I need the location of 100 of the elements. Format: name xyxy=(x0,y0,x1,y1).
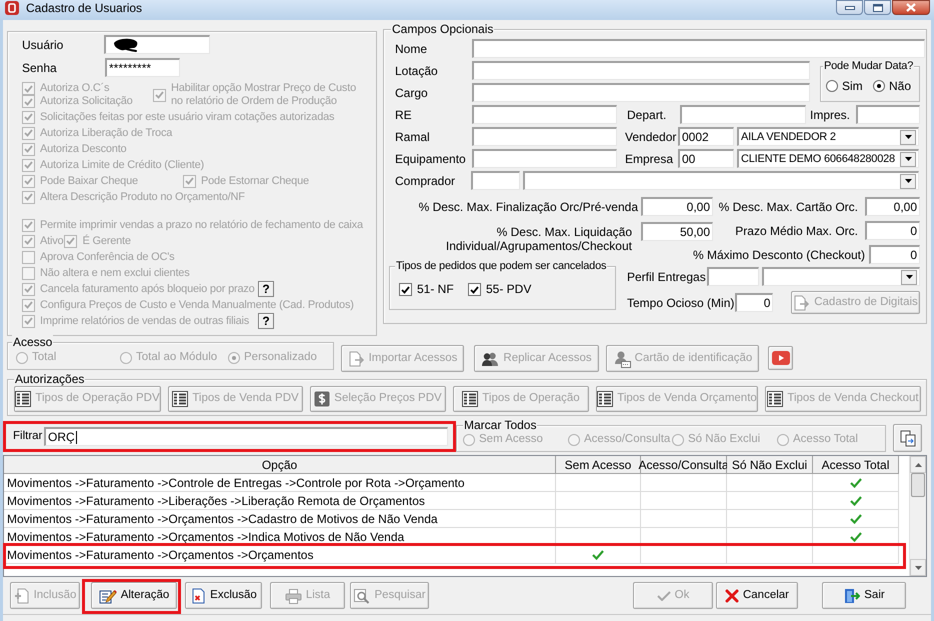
checkbox[interactable] xyxy=(399,283,412,296)
field-label: % Máximo Desconto (Checkout) xyxy=(692,246,865,264)
cancel-button[interactable]: Cancelar xyxy=(716,582,798,609)
text-field[interactable] xyxy=(680,105,806,124)
person-card-icon xyxy=(612,350,631,368)
table-cell[interactable] xyxy=(813,510,899,528)
table-cell[interactable] xyxy=(641,492,727,510)
magnifier-icon xyxy=(353,588,370,604)
dropdown-button[interactable] xyxy=(900,174,916,188)
column-header[interactable]: Acesso/Consulta xyxy=(641,456,727,474)
text-field[interactable] xyxy=(471,171,520,190)
radio-button[interactable] xyxy=(826,80,838,92)
export-button[interactable] xyxy=(893,424,922,452)
text-field[interactable] xyxy=(104,35,210,54)
text-field[interactable]: 0 xyxy=(735,293,774,312)
text-field[interactable] xyxy=(472,83,810,102)
caret-icon xyxy=(904,157,912,161)
close-button[interactable] xyxy=(892,0,930,15)
checkbox-label: Ativo xyxy=(40,234,64,248)
text-field[interactable]: 0 xyxy=(869,245,920,264)
edit-button[interactable]: Alteração xyxy=(91,582,177,609)
dropdown[interactable]: CLIENTE DEMO 606648280028 xyxy=(737,149,919,168)
text-field[interactable] xyxy=(472,61,810,80)
text-field[interactable] xyxy=(472,127,617,146)
radio-label: Acesso Total xyxy=(793,432,858,447)
checkbox-label: Permite imprimir vendas a prazo no relatório de fechamento de caixa xyxy=(40,218,363,232)
text-field[interactable] xyxy=(856,105,920,124)
door-icon xyxy=(843,588,860,604)
text-field[interactable]: 0,00 xyxy=(641,197,713,216)
checkbox-label: Solicitações feitas por este usuário viram cotações autorizadas xyxy=(40,110,334,124)
column-header[interactable]: Só Não Exclui xyxy=(727,456,813,474)
caret-icon xyxy=(904,135,912,139)
text-field[interactable] xyxy=(472,39,925,58)
help-button[interactable]: ? xyxy=(258,313,274,329)
table-cell[interactable] xyxy=(727,474,813,492)
text-field[interactable]: 50,00 xyxy=(641,222,713,241)
text-field[interactable] xyxy=(706,267,759,286)
minimize-icon xyxy=(844,6,854,10)
checkbox[interactable] xyxy=(468,283,481,296)
dropdown-button[interactable] xyxy=(900,130,916,144)
table-cell[interactable] xyxy=(813,492,899,510)
minimize-button[interactable] xyxy=(836,0,863,15)
field-label: Nome xyxy=(395,40,428,58)
scrollbar[interactable] xyxy=(909,456,926,576)
field-label: Filtrar xyxy=(13,428,44,444)
table-cell[interactable] xyxy=(641,474,727,492)
dollar-icon xyxy=(314,391,330,407)
add-document-icon xyxy=(14,588,30,604)
field-label: Lotação xyxy=(395,62,439,80)
delete-button[interactable]: Exclusão xyxy=(185,582,262,609)
caret-icon xyxy=(914,566,922,570)
text-field[interactable]: 00 xyxy=(678,149,734,168)
radio-button[interactable] xyxy=(873,80,885,92)
table-cell[interactable] xyxy=(727,510,813,528)
text-field[interactable]: 0002 xyxy=(678,127,734,146)
table-cell[interactable] xyxy=(641,546,727,564)
maximize-button[interactable] xyxy=(864,0,891,15)
text-field[interactable]: 0 xyxy=(865,221,920,240)
checkbox-label: Autoriza O.C´s xyxy=(40,82,110,95)
column-header[interactable]: Acesso Total xyxy=(813,456,899,474)
caret-icon xyxy=(906,275,912,279)
field-label: Empresa xyxy=(625,150,674,168)
app-icon xyxy=(5,1,19,15)
check-icon xyxy=(592,550,604,560)
dropdown-button[interactable] xyxy=(901,270,917,284)
group-label: Acesso xyxy=(12,335,54,349)
table-cell[interactable] xyxy=(556,492,641,510)
checkbox-label: Não altera e nem exclui clientes xyxy=(40,266,190,280)
table-cell[interactable] xyxy=(556,474,641,492)
scroll-down-button[interactable] xyxy=(910,559,926,576)
field-label: Comprador xyxy=(395,172,456,190)
table-cell[interactable] xyxy=(727,492,813,510)
checkbox-label: Configura Preços de Custo e Venda Manualmente (Cad. Produtos) xyxy=(40,298,354,312)
table-cell[interactable] xyxy=(813,546,899,564)
help-button[interactable]: ? xyxy=(258,281,274,297)
scrollbar-thumb[interactable] xyxy=(911,473,925,497)
field-label: RE xyxy=(395,106,413,124)
table-cell[interactable] xyxy=(556,510,641,528)
list-icon xyxy=(767,391,784,407)
dropdown[interactable]: AILA VENDEDOR 2 xyxy=(737,127,919,146)
field-label: % Desc. Max. Cartão Orc. xyxy=(718,198,858,216)
documents-icon xyxy=(900,430,916,446)
checkbox-label: É Gerente xyxy=(82,234,131,248)
radio-label: Personalizado xyxy=(244,350,317,365)
dropdown-button[interactable] xyxy=(900,152,916,166)
checkbox-label: Pode Baixar Cheque xyxy=(40,174,138,188)
text-field[interactable] xyxy=(472,149,617,168)
table-cell[interactable] xyxy=(556,546,641,564)
exit-button[interactable]: Sair xyxy=(822,582,906,609)
text-field[interactable]: 0,00 xyxy=(865,197,920,216)
table-cell[interactable] xyxy=(813,474,899,492)
table-cell[interactable] xyxy=(727,546,813,564)
scroll-up-button[interactable] xyxy=(910,456,926,473)
column-header[interactable]: Opção xyxy=(4,456,556,474)
filter-field[interactable]: ORÇ xyxy=(44,427,448,446)
text-field[interactable] xyxy=(472,105,617,124)
password-field[interactable]: ********* xyxy=(105,58,180,77)
table-cell[interactable] xyxy=(641,510,727,528)
play-button[interactable] xyxy=(768,346,793,370)
radio-label: Não xyxy=(889,78,912,94)
